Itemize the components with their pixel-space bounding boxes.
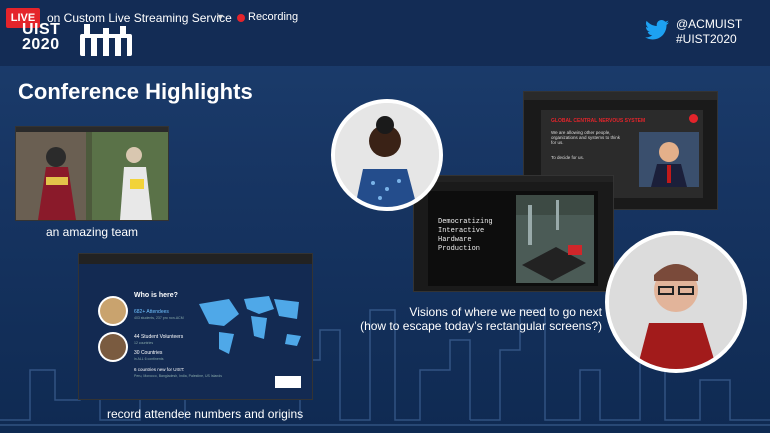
- attendee-stat-4: 6 countries new for UIST:: [134, 367, 185, 372]
- attendee-stat-2-sub: 12 countries: [134, 341, 154, 345]
- attendee-stat-4-sub: Peru, Morocco, Bangladesh, India, Palest…: [134, 374, 222, 378]
- hardware-talk-screenshot: Democratizing Interactive Hardware Produ…: [413, 175, 614, 292]
- speaker-portrait-2: [605, 231, 747, 373]
- chevron-down-icon[interactable]: ▼: [216, 12, 225, 22]
- attendee-stats-screenshot: Who is here? 682+ Attendees 403 students…: [78, 253, 313, 400]
- uist-logo-icon: [80, 24, 132, 56]
- keynote-record-icon: [689, 114, 698, 123]
- twitter-handle: @ACMUIST: [676, 17, 743, 31]
- visions-caption: Visions of where we need to go next (how…: [343, 305, 602, 333]
- uist-logo-text: UIST 2020: [22, 21, 61, 53]
- visions-caption-line-1: Visions of where we need to go next: [409, 305, 602, 319]
- attendee-stat-3: 30 Countries: [134, 350, 163, 356]
- hardware-photo: [516, 195, 594, 283]
- speaker-photo-2: [609, 235, 743, 369]
- keynote-heading: GLOBAL CENTRAL NERVOUS SYSTEM: [551, 118, 646, 124]
- logo-line-2: 2020: [22, 36, 60, 53]
- team-video-screenshot: [15, 126, 169, 221]
- hardware-slide-title: Democratizing Interactive Hardware Produ…: [438, 218, 493, 254]
- team-photo: [16, 132, 168, 220]
- zoom-toolbar: [414, 176, 613, 182]
- attendee-stat-1-sub: 403 students, 237 pro non-ACM: [134, 316, 184, 320]
- recording-status: Recording: [248, 11, 299, 23]
- attendee-stat-3-sub: in ALL 6 continents: [134, 357, 164, 361]
- attendees-caption: record attendee numbers and origins: [107, 407, 304, 421]
- hardware-title-line-4: Production: [438, 245, 481, 253]
- attendee-stat-1: 682+ Attendees: [134, 309, 169, 315]
- speaker-photo-1: [335, 103, 439, 207]
- slide-title: Conference Highlights: [18, 79, 253, 104]
- attendee-stat-2: 44 Student Volunteers: [134, 334, 184, 340]
- team-caption: an amazing team: [46, 225, 139, 239]
- speaker-video-thumbnail: [639, 132, 699, 187]
- hardware-slide: Democratizing Interactive Hardware Produ…: [428, 191, 598, 286]
- streaming-service-selector[interactable]: on Custom Live Streaming Service: [47, 11, 232, 25]
- keynote-line-1: We are allowing other people, organizati…: [551, 130, 621, 145]
- hardware-title-line-3: Hardware: [438, 236, 472, 244]
- hardware-title-line-2: Interactive: [438, 227, 485, 235]
- hardware-title-line-1: Democratizing: [438, 218, 493, 226]
- visions-caption-line-2: (how to escape today’s rectangular scree…: [360, 319, 602, 333]
- logo-line-1: UIST: [22, 21, 61, 38]
- hashtag: #UIST2020: [676, 32, 737, 46]
- social-handles: @ACMUIST #UIST2020: [676, 17, 742, 47]
- attendee-panel-heading: Who is here?: [134, 292, 178, 299]
- presentation-stage: LIVE on Custom Live Streaming Service ▼ …: [0, 0, 770, 433]
- zoom-toolbar: [16, 127, 168, 132]
- zoom-toolbar: [524, 92, 717, 100]
- recording-icon: [237, 14, 245, 22]
- keynote-line-2: To decide for us.: [551, 155, 585, 160]
- twitter-icon: [645, 20, 669, 40]
- speaker-portrait-1: [331, 99, 443, 211]
